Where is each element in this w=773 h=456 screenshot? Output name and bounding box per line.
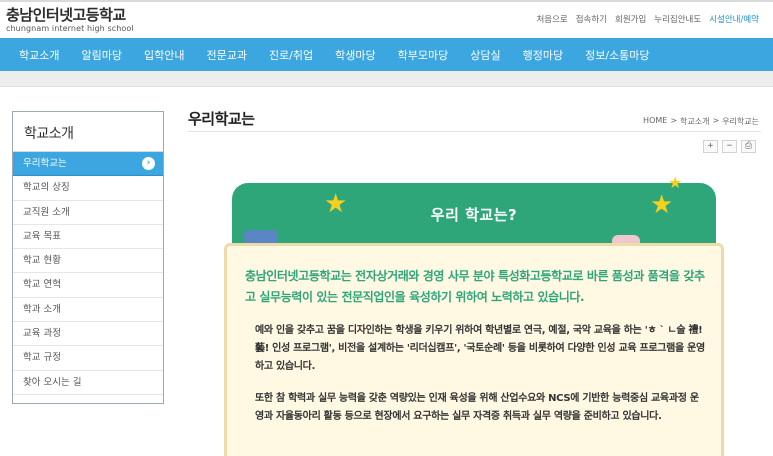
zoom-out-button[interactable]: − xyxy=(722,140,737,153)
logo-title: 충남인터넷고등학교 xyxy=(6,6,126,24)
side-menu-item-rules[interactable]: 학교 규정 xyxy=(13,346,163,371)
breadcrumb-current: 우리학교는 xyxy=(722,117,759,126)
body-paragraph-competency: 또한 참 학력과 실무 능력을 갖춘 역량있는 인재 육성을 위해 산업수요와 … xyxy=(255,393,699,422)
util-link-login[interactable]: 접속하기 xyxy=(576,13,607,25)
intro-card: 우리 학교는? ★ ★ ★ 충남인터넷고등학교는 전자상거래와 경영 사무 분야… xyxy=(224,175,724,456)
zoom-in-button[interactable]: + xyxy=(703,140,718,153)
breadcrumb: HOME > 학교소개 > 우리학교는 xyxy=(643,116,759,127)
breadcrumb-home[interactable]: HOME xyxy=(643,116,667,127)
breadcrumb-separator: > xyxy=(712,116,720,125)
gnb-item-career[interactable]: 진로/취업 xyxy=(258,47,324,63)
school-logo[interactable]: 충남인터넷고등학교 chungnam internet high school xyxy=(6,6,134,34)
util-link-home[interactable]: 처음으로 xyxy=(536,13,567,25)
main-navigation: 학교소개 알림마당 입학안내 전문교과 진로/취업 학생마당 학부모마당 상담실… xyxy=(0,38,773,71)
star-icon: ★ xyxy=(668,173,683,192)
gnb-item-admin[interactable]: 행정마당 xyxy=(512,47,574,63)
side-menu-item-curriculum[interactable]: 교육 과정 xyxy=(13,322,163,347)
gnb-item-student[interactable]: 학생마당 xyxy=(324,47,386,63)
gnb-item-major[interactable]: 전문교과 xyxy=(195,47,257,63)
print-button[interactable]: ⎙ xyxy=(741,140,756,153)
star-icon: ★ xyxy=(650,190,674,220)
side-menu-label: 우리학교는 xyxy=(23,158,67,169)
gnb-item-about[interactable]: 학교소개 xyxy=(8,47,70,63)
chevron-right-icon: › xyxy=(142,157,155,170)
logo-subtitle: chungnam internet high school xyxy=(6,24,134,33)
intro-text-panel: 충남인터넷고등학교는 전자상거래와 경영 사무 분야 특성화고등학교로 바른 품… xyxy=(224,243,724,456)
util-link-facility[interactable]: 시설안내/예약 xyxy=(709,13,759,25)
gnb-item-notice[interactable]: 알림마당 xyxy=(70,47,132,63)
lead-paragraph: 충남인터넷고등학교는 전자상거래와 경영 사무 분야 특성화고등학교로 바른 품… xyxy=(245,269,705,304)
side-menu-item-staff[interactable]: 교직원 소개 xyxy=(13,201,163,225)
breadcrumb-section[interactable]: 학교소개 xyxy=(680,116,709,127)
side-menu-item-intro[interactable]: 우리학교는 › xyxy=(13,152,163,177)
banner-board: 우리 학교는? xyxy=(232,183,716,247)
side-menu: 학교소개 우리학교는 › 학교의 상징 교직원 소개 교육 목표 학교 현황 학… xyxy=(12,111,164,404)
gnb-item-counsel[interactable]: 상담실 xyxy=(459,47,511,63)
util-link-sitemap[interactable]: 누리집안내도 xyxy=(654,13,701,25)
gnb-item-info[interactable]: 정보/소통마당 xyxy=(574,47,660,63)
page-tools: + − ⎙ xyxy=(703,140,756,153)
top-border xyxy=(0,0,773,2)
sub-navigation-band xyxy=(0,71,773,87)
utility-links: 처음으로 접속하기 회원가입 누리집안내도 시설안내/예약 xyxy=(536,13,759,25)
banner-title: 우리 학교는? xyxy=(430,206,518,224)
side-menu-item-goals[interactable]: 교육 목표 xyxy=(13,225,163,250)
page-title: 우리학교는 xyxy=(188,110,255,128)
star-icon: ★ xyxy=(324,189,348,219)
gnb-item-parent[interactable]: 학부모마당 xyxy=(387,47,460,63)
util-link-join[interactable]: 회원가입 xyxy=(615,13,646,25)
side-menu-item-history[interactable]: 학교 연혁 xyxy=(13,273,163,298)
gnb-item-admission[interactable]: 입학안내 xyxy=(133,47,195,63)
side-menu-item-directions[interactable]: 찾아 오시는 길 xyxy=(13,371,163,395)
title-divider xyxy=(188,131,761,132)
side-menu-item-status[interactable]: 학교 현황 xyxy=(13,249,163,274)
side-menu-item-departments[interactable]: 학과 소개 xyxy=(13,298,163,323)
side-menu-title: 학교소개 xyxy=(13,112,163,152)
breadcrumb-separator: > xyxy=(670,116,678,125)
side-menu-item-symbol[interactable]: 학교의 상징 xyxy=(13,176,163,201)
body-paragraph-character: 예와 인을 갖추고 꿈을 디자인하는 학생을 키우기 위하여 학년별로 연극, … xyxy=(255,325,705,372)
